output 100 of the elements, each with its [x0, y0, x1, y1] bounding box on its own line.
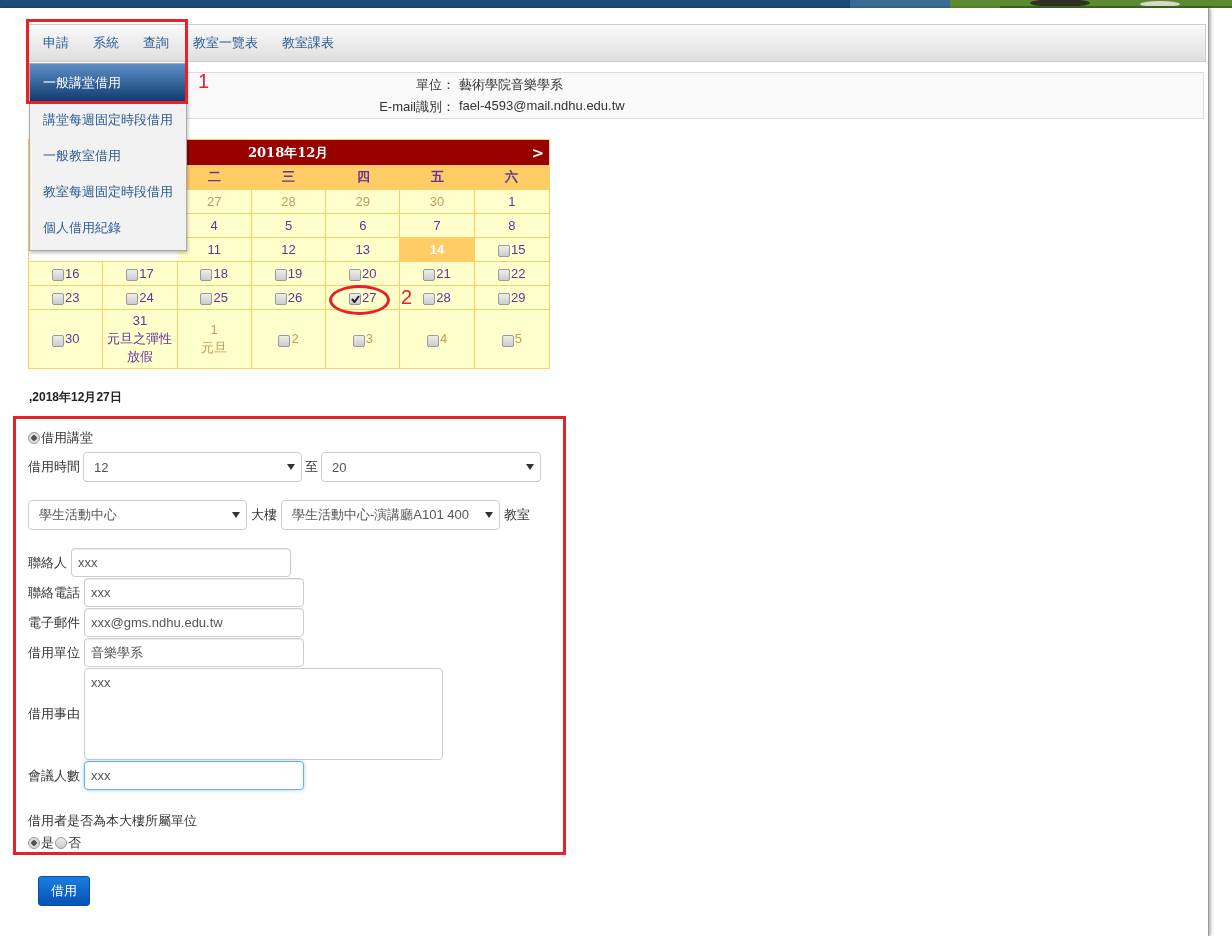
day-number: 18 — [213, 264, 228, 283]
day-number: 21 — [436, 264, 451, 283]
radio-button[interactable] — [28, 837, 40, 849]
info-label: 單位： — [416, 75, 455, 94]
day-number: 25 — [213, 288, 228, 307]
day-number: 6 — [359, 216, 367, 235]
info-value: fael-4593@mail.ndhu.edu.tw — [458, 97, 626, 115]
select-field[interactable]: 學生活動中心-演講廳A101 400 — [281, 500, 500, 530]
day-number: 5 — [514, 330, 522, 348]
day-number: 2 — [291, 330, 299, 348]
select-field[interactable]: 12 — [83, 452, 302, 482]
weekday-header: 四 — [326, 165, 401, 189]
calendar-title: 2018年12月 — [248, 143, 329, 162]
input-field[interactable]: xxx — [84, 761, 304, 790]
field-label: 電子郵件 — [28, 613, 80, 632]
holiday-note: 元旦之彈性放假 — [106, 330, 174, 366]
day-number: 30 — [64, 330, 80, 348]
checkbox[interactable] — [498, 245, 511, 257]
input-field[interactable]: xxx — [71, 548, 291, 577]
day-number: 3 — [365, 330, 373, 348]
nav-menu-item[interactable]: 系統 — [81, 25, 131, 61]
day-number: 29 — [355, 192, 370, 211]
day-number: 16 — [64, 264, 80, 283]
input-field[interactable]: 音樂學系 — [84, 638, 304, 667]
day-number: 29 — [511, 288, 526, 307]
day-number: 8 — [508, 216, 516, 235]
radio-label: 是 — [41, 834, 54, 852]
day-number: 19 — [287, 264, 303, 283]
text-area[interactable]: xxx — [84, 668, 443, 760]
caret-icon — [232, 512, 240, 518]
radio-label: 借用講堂 — [41, 429, 93, 447]
nav-menu-item[interactable]: 教室一覽表 — [181, 25, 270, 61]
question-text: 借用者是否為本大樓所屬單位 — [28, 812, 198, 830]
field-label: 至 — [305, 458, 318, 476]
day-number: 15 — [511, 240, 526, 259]
day-number: 7 — [433, 216, 441, 235]
input-field[interactable]: xxx — [84, 578, 304, 607]
checkbox[interactable] — [200, 293, 213, 305]
nav-menu-item[interactable]: 申請 — [31, 25, 81, 61]
checkbox[interactable] — [423, 293, 436, 305]
day-number: 5 — [284, 216, 293, 235]
checkbox[interactable] — [352, 334, 365, 347]
holiday-note: 元旦 — [200, 339, 229, 357]
radio-button[interactable] — [28, 432, 40, 444]
checkbox[interactable] — [51, 334, 64, 347]
field-label: 聯絡人 — [28, 553, 67, 572]
day-number: 11 — [207, 240, 221, 259]
day-number: 20 — [362, 264, 377, 283]
annotation-number: 1 — [198, 70, 210, 93]
checkbox[interactable] — [498, 269, 511, 281]
field-label: 會議人數 — [28, 766, 80, 785]
caret-icon — [526, 464, 534, 470]
dropdown-item[interactable]: 講堂每週固定時段借用 — [30, 102, 186, 138]
highlight-ellipse — [329, 285, 390, 315]
day-number: 23 — [64, 288, 80, 307]
day-number: 24 — [139, 288, 154, 307]
day-number: 13 — [355, 240, 370, 259]
field-label: 借用時間 — [28, 458, 80, 476]
dropdown-item[interactable]: 一般講堂借用 — [30, 64, 186, 102]
radio-button[interactable] — [55, 837, 67, 849]
day-number: 30 — [429, 192, 445, 211]
weekday-header: 五 — [400, 165, 475, 189]
input-field[interactable]: xxx@gms.ndhu.edu.tw — [84, 608, 304, 637]
day-number: 26 — [287, 288, 303, 307]
checkbox[interactable] — [501, 334, 514, 347]
checkbox[interactable] — [349, 293, 362, 305]
checkbox[interactable] — [426, 334, 439, 347]
field-label: 聯絡電話 — [28, 583, 80, 602]
checkbox[interactable] — [498, 293, 511, 305]
checkbox[interactable] — [423, 269, 436, 281]
checkbox[interactable] — [51, 293, 64, 305]
checkbox[interactable] — [200, 269, 213, 281]
day-number: 4 — [439, 330, 448, 348]
field-label: 借用單位 — [28, 643, 80, 662]
checkbox[interactable] — [274, 293, 287, 305]
field-label: 教室 — [504, 506, 530, 524]
next-month-link[interactable]: > — [531, 143, 544, 162]
day-number: 22 — [511, 264, 526, 283]
day-number: 28 — [281, 192, 296, 211]
day-number: 4 — [210, 216, 218, 235]
day-number: 1 — [508, 192, 516, 211]
select-field[interactable]: 學生活動中心 — [28, 500, 247, 530]
weekday-header: 六 — [474, 165, 549, 189]
checkbox[interactable] — [51, 269, 64, 281]
checkbox[interactable] — [349, 269, 362, 281]
select-field[interactable]: 20 — [321, 452, 541, 482]
nav-menu-item[interactable]: 查詢 — [131, 25, 181, 61]
day-number: 28 — [436, 288, 451, 307]
checkbox[interactable] — [274, 269, 287, 281]
info-label: E-mail識別： — [379, 97, 455, 116]
nav-menu-item[interactable]: 教室課表 — [270, 25, 346, 61]
field-label: 借用事由 — [28, 705, 80, 723]
day-number: 1 — [210, 321, 218, 339]
dropdown-item[interactable]: 個人借用紀錄 — [30, 210, 186, 246]
caret-icon — [485, 512, 493, 518]
submit-button[interactable]: 借用 — [38, 876, 90, 906]
radio-label: 否 — [68, 834, 81, 852]
checkbox[interactable] — [126, 269, 139, 281]
checkbox[interactable] — [126, 293, 139, 305]
checkbox[interactable] — [278, 334, 291, 347]
